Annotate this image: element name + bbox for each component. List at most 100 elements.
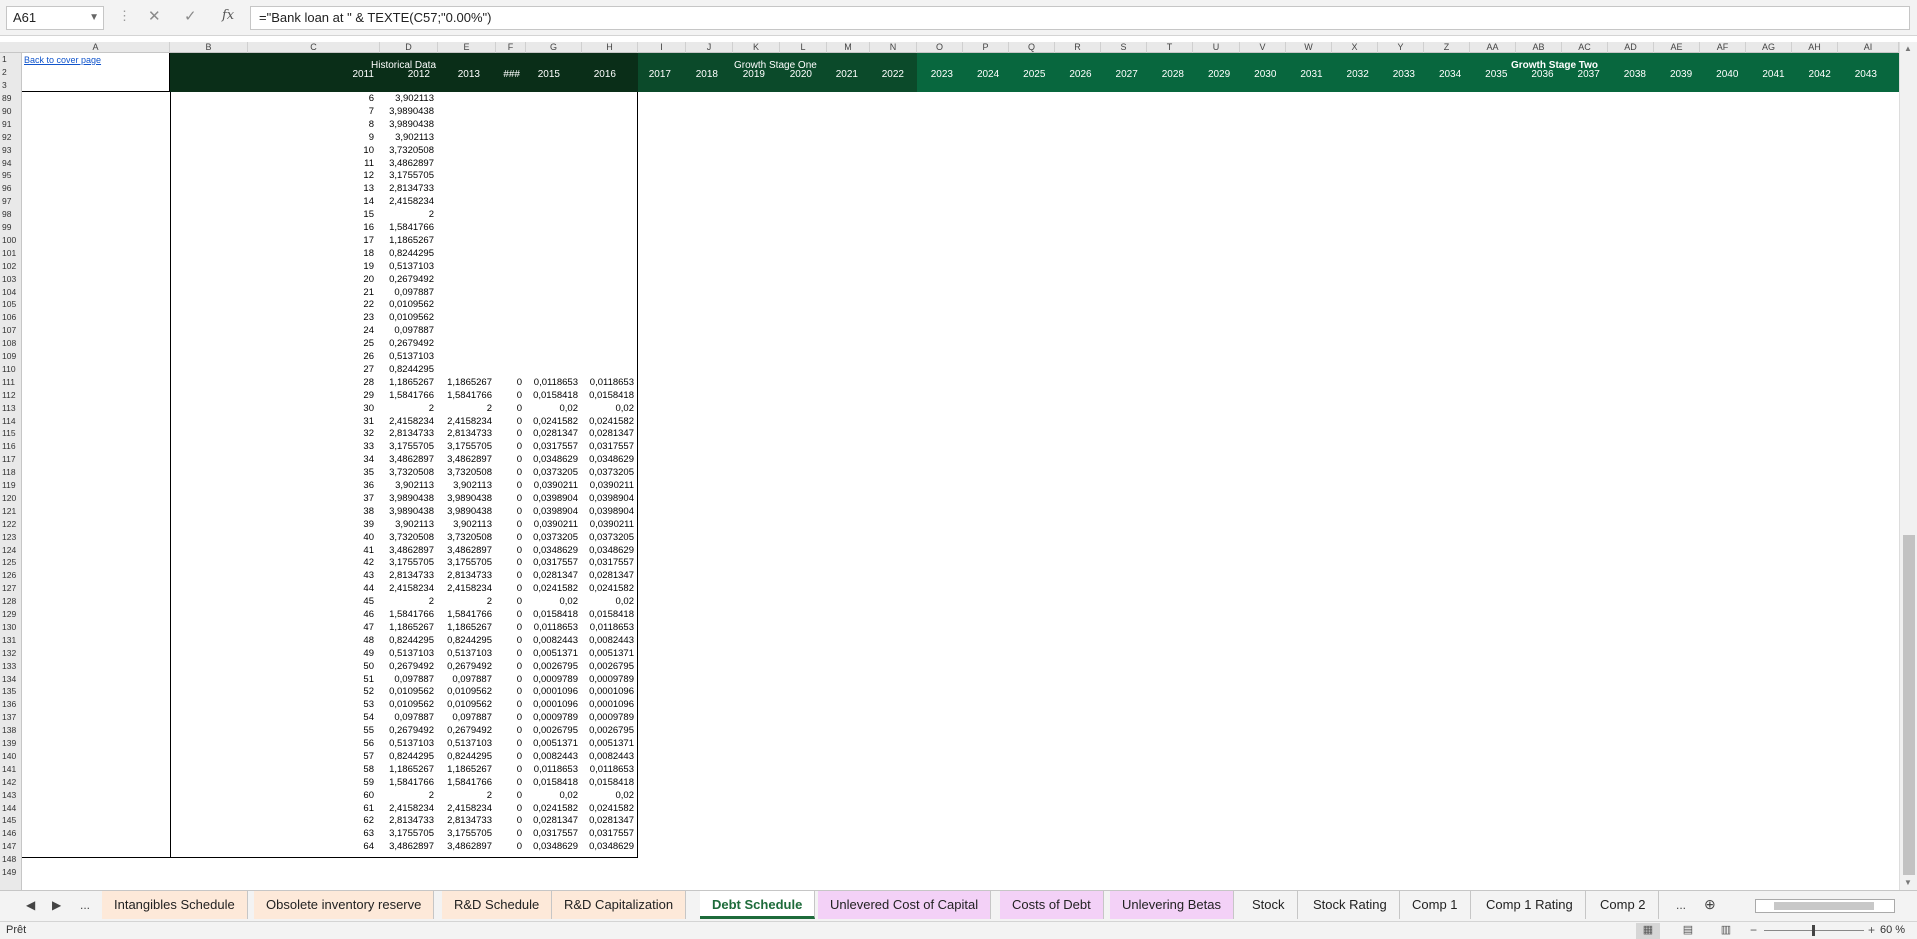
cell-D107[interactable]: 0,097887 <box>356 324 434 337</box>
row-header-115[interactable]: 115 <box>0 427 22 440</box>
cell-H116[interactable]: 0,0317557 <box>556 440 634 453</box>
row-header-131[interactable]: 131 <box>0 634 22 647</box>
row-header-90[interactable]: 90 <box>0 105 22 118</box>
row-header-134[interactable]: 134 <box>0 673 22 686</box>
row-header-2[interactable]: 2 <box>0 66 22 79</box>
column-header-L[interactable]: L <box>780 42 827 53</box>
row-header-100[interactable]: 100 <box>0 234 22 247</box>
cell-H138[interactable]: 0,0026795 <box>556 724 634 737</box>
row-header-106[interactable]: 106 <box>0 311 22 324</box>
back-to-cover-link[interactable]: Back to cover page <box>24 55 101 65</box>
cell-H114[interactable]: 0,0241582 <box>556 415 634 428</box>
zoom-slider[interactable] <box>1764 925 1864 936</box>
column-header-F[interactable]: F <box>496 42 526 53</box>
column-header-H[interactable]: H <box>582 42 638 53</box>
cell-D96[interactable]: 2,8134733 <box>356 182 434 195</box>
row-header-118[interactable]: 118 <box>0 466 22 479</box>
row-header-92[interactable]: 92 <box>0 131 22 144</box>
cell-H118[interactable]: 0,0373205 <box>556 466 634 479</box>
row-header-143[interactable]: 143 <box>0 789 22 802</box>
cell-H131[interactable]: 0,0082443 <box>556 634 634 647</box>
row-header-98[interactable]: 98 <box>0 208 22 221</box>
row-header-120[interactable]: 120 <box>0 492 22 505</box>
zoom-level[interactable]: 60 % <box>1880 924 1905 936</box>
column-header-AI[interactable]: AI <box>1838 42 1899 53</box>
row-header-95[interactable]: 95 <box>0 169 22 182</box>
row-header-116[interactable]: 116 <box>0 440 22 453</box>
row-header-103[interactable]: 103 <box>0 273 22 286</box>
cell-D101[interactable]: 0,8244295 <box>356 247 434 260</box>
zoom-knob[interactable] <box>1812 925 1815 936</box>
cell-H124[interactable]: 0,0348629 <box>556 544 634 557</box>
tab-intangibles-schedule[interactable]: Intangibles Schedule <box>102 891 248 919</box>
column-header-C[interactable]: C <box>248 42 380 53</box>
column-header-V[interactable]: V <box>1240 42 1286 53</box>
row-header-91[interactable]: 91 <box>0 118 22 131</box>
cell-H143[interactable]: 0,02 <box>556 789 635 802</box>
cell-H121[interactable]: 0,0398904 <box>556 505 634 518</box>
cell-D92[interactable]: 3,902113 <box>356 131 434 144</box>
column-header-O[interactable]: O <box>917 42 963 53</box>
cell-H136[interactable]: 0,0001096 <box>556 698 634 711</box>
cell-H113[interactable]: 0,02 <box>556 402 635 415</box>
column-header-Y[interactable]: Y <box>1378 42 1424 53</box>
column-header-B[interactable]: B <box>170 42 248 53</box>
column-header-Q[interactable]: Q <box>1009 42 1055 53</box>
row-header-144[interactable]: 144 <box>0 802 22 815</box>
row-header-3[interactable]: 3 <box>0 79 22 92</box>
cell-H137[interactable]: 0,0009789 <box>556 711 634 724</box>
tab-comp-1[interactable]: Comp 1 <box>1400 891 1471 919</box>
hscroll-thumb[interactable] <box>1774 902 1874 910</box>
vertical-scrollbar[interactable]: ▲ ▼ <box>1899 42 1917 890</box>
cell-D90[interactable]: 3,9890438 <box>356 105 434 118</box>
tab-debt-schedule[interactable]: Debt Schedule <box>700 891 816 919</box>
tab-comp-2[interactable]: Comp 2 <box>1588 891 1659 919</box>
cell-H144[interactable]: 0,0241582 <box>556 802 634 815</box>
cell-H123[interactable]: 0,0373205 <box>556 531 634 544</box>
column-header-AA[interactable]: AA <box>1470 42 1516 53</box>
cell-H128[interactable]: 0,02 <box>556 595 635 608</box>
row-header-141[interactable]: 141 <box>0 763 22 776</box>
tab-costs-of-debt[interactable]: Costs of Debt <box>1000 891 1104 919</box>
cell-D102[interactable]: 0,5137103 <box>356 260 434 273</box>
zoom-out-button[interactable]: − <box>1750 923 1757 937</box>
insert-function-icon[interactable]: fx <box>222 8 234 23</box>
cell-H141[interactable]: 0,0118653 <box>556 763 634 776</box>
cell-D98[interactable]: 2 <box>356 208 434 221</box>
row-header-130[interactable]: 130 <box>0 621 22 634</box>
cell-D99[interactable]: 1,5841766 <box>356 221 434 234</box>
column-header-W[interactable]: W <box>1286 42 1332 53</box>
cell-H135[interactable]: 0,0001096 <box>556 685 634 698</box>
cell-H125[interactable]: 0,0317557 <box>556 556 634 569</box>
row-header-109[interactable]: 109 <box>0 350 22 363</box>
cell-H146[interactable]: 0,0317557 <box>556 827 634 840</box>
cell-D104[interactable]: 0,097887 <box>356 286 434 299</box>
row-header-123[interactable]: 123 <box>0 531 22 544</box>
column-header-AF[interactable]: AF <box>1700 42 1746 53</box>
cell-H142[interactable]: 0,0158418 <box>556 776 634 789</box>
cell-D105[interactable]: 0,0109562 <box>356 298 434 311</box>
row-header-102[interactable]: 102 <box>0 260 22 273</box>
column-header-AB[interactable]: AB <box>1516 42 1562 53</box>
column-header-Z[interactable]: Z <box>1424 42 1470 53</box>
row-header-107[interactable]: 107 <box>0 324 22 337</box>
row-header-111[interactable]: 111 <box>0 376 22 389</box>
column-header-T[interactable]: T <box>1147 42 1193 53</box>
row-header-124[interactable]: 124 <box>0 544 22 557</box>
row-header-93[interactable]: 93 <box>0 144 22 157</box>
cell-H119[interactable]: 0,0390211 <box>556 479 634 492</box>
cell-D109[interactable]: 0,5137103 <box>356 350 434 363</box>
row-header-126[interactable]: 126 <box>0 569 22 582</box>
cell-H129[interactable]: 0,0158418 <box>556 608 634 621</box>
normal-view-icon[interactable]: ▦ <box>1636 923 1660 939</box>
add-sheet-icon[interactable]: ⊕ <box>1704 896 1716 913</box>
tab-stock-rating[interactable]: Stock Rating <box>1301 891 1400 919</box>
cell-D103[interactable]: 0,2679492 <box>356 273 434 286</box>
tab-stock[interactable]: Stock <box>1240 891 1298 919</box>
cell-H140[interactable]: 0,0082443 <box>556 750 634 763</box>
cell-D110[interactable]: 0,8244295 <box>356 363 434 376</box>
cell-D100[interactable]: 1,1865267 <box>356 234 434 247</box>
cell-D95[interactable]: 3,1755705 <box>356 169 434 182</box>
row-header-117[interactable]: 117 <box>0 453 22 466</box>
cell-H134[interactable]: 0,0009789 <box>556 673 634 686</box>
